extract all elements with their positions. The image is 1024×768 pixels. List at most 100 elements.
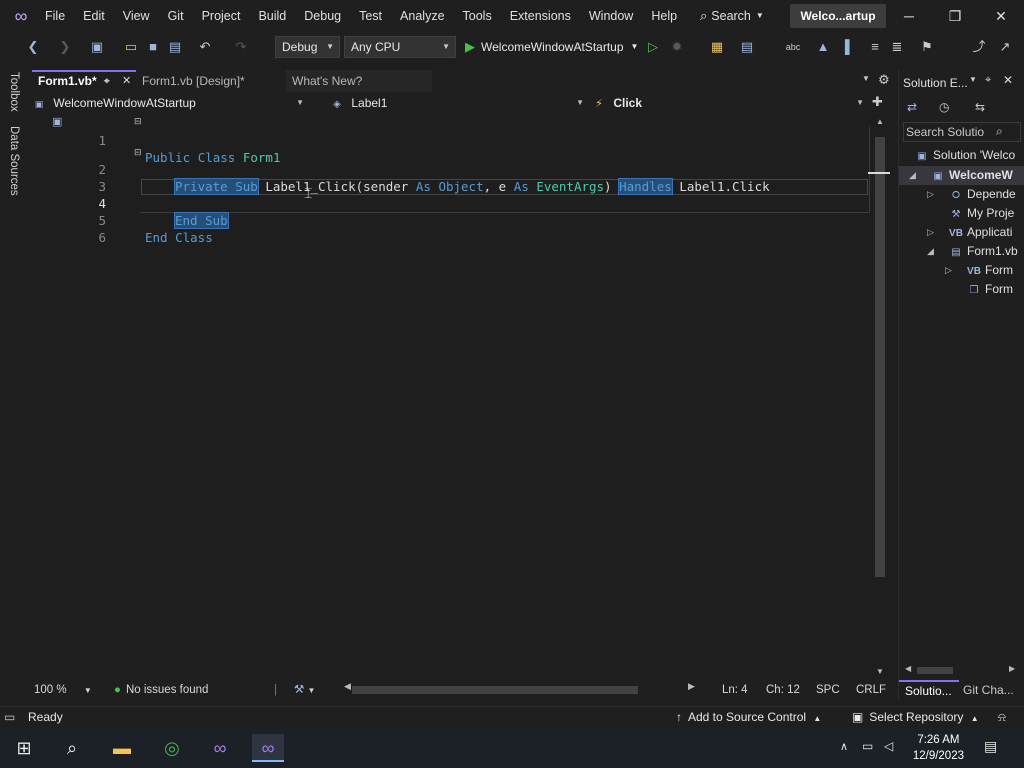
tab-form1-vb[interactable]: Form1.vb* ⌖ ✕ xyxy=(32,70,136,92)
redo-icon[interactable]: ↷ xyxy=(232,38,250,56)
collapsed-icon[interactable]: ▷ xyxy=(927,227,934,238)
whitespace-indicator[interactable]: SPC xyxy=(816,680,840,700)
menu-file[interactable]: File xyxy=(36,0,74,32)
start-without-debugging-icon[interactable]: ▷ xyxy=(644,38,662,56)
code-cleanup-icon[interactable]: ⚒ ▼ xyxy=(294,680,315,701)
tray-chevron-up-icon[interactable]: ∧ xyxy=(840,740,848,753)
expanded-icon[interactable]: ◢ xyxy=(927,246,934,257)
select-repository-button[interactable]: ▣ Select Repository ▲ xyxy=(852,707,979,729)
split-editor-icon[interactable]: ✚ xyxy=(872,94,883,110)
tab-whats-new[interactable]: What's New? xyxy=(286,70,432,92)
new-project-icon[interactable]: ▣ xyxy=(88,38,106,56)
outdent-icon[interactable]: ≣ xyxy=(888,38,906,56)
scroll-up-icon[interactable]: ▲ xyxy=(876,117,884,126)
tab-form1-design[interactable]: Form1.vb [Design]* xyxy=(136,70,286,92)
pointer-icon[interactable]: ▲ xyxy=(814,38,832,56)
scroll-thumb[interactable] xyxy=(917,667,953,674)
tree-item-my-project[interactable]: ⚒ My Proje xyxy=(949,204,1015,223)
start-debugging-button[interactable]: ▶ WelcomeWindowAtStartup ▼ xyxy=(465,36,638,58)
menu-build[interactable]: Build xyxy=(249,0,295,32)
tree-item-form1-resx[interactable]: ❐ Form xyxy=(967,280,1013,299)
sync-icon[interactable]: ⇄ xyxy=(907,100,917,114)
expanded-icon[interactable]: ◢ xyxy=(909,170,916,181)
tree-item-project[interactable]: ▣ WelcomeW xyxy=(931,166,1013,185)
object-dropdown[interactable]: ◈ Label1 ▼ xyxy=(330,93,588,113)
layout-icon[interactable]: ▤ xyxy=(738,38,756,56)
forward-icon[interactable]: ❯ xyxy=(56,38,74,56)
visual-studio-logo-icon[interactable]: ∞ xyxy=(10,6,32,26)
zoom-dropdown[interactable]: 100 % ▼ xyxy=(34,680,92,701)
solution-platform-dropdown[interactable]: Any CPU ▼ xyxy=(344,36,456,58)
scroll-right-icon[interactable]: ▶ xyxy=(688,681,695,692)
save-all-icon[interactable]: ▤ xyxy=(166,38,184,56)
visual-studio-active-icon[interactable]: ∞ xyxy=(252,734,284,762)
issues-indicator[interactable]: ● No issues found xyxy=(114,680,208,700)
close-tab-icon[interactable]: ✕ xyxy=(122,72,131,91)
tab-git-changes[interactable]: Git Cha... xyxy=(963,680,1014,700)
menu-window[interactable]: Window xyxy=(580,0,642,32)
data-sources-tab[interactable]: Data Sources xyxy=(8,126,20,196)
menu-test[interactable]: Test xyxy=(350,0,391,32)
toolbox-tab[interactable]: Toolbox xyxy=(8,72,20,112)
tree-item-solution[interactable]: ▣ Solution 'Welco xyxy=(915,146,1015,165)
menu-extensions[interactable]: Extensions xyxy=(501,0,580,32)
gear-icon[interactable]: ⚙ xyxy=(878,72,890,88)
hot-reload-icon[interactable]: ✹ xyxy=(668,38,686,56)
menu-view[interactable]: View xyxy=(114,0,159,32)
project-dropdown[interactable]: ▣ WelcomeWindowAtStartup ▼ xyxy=(32,93,308,113)
solution-search-input[interactable]: Search Solutio ⌕ xyxy=(903,122,1021,142)
solution-configuration-dropdown[interactable]: Debug ▼ xyxy=(275,36,340,58)
indent-icon[interactable]: ≡ xyxy=(866,38,884,56)
close-window-button[interactable]: ✕ xyxy=(978,0,1024,32)
windows-start-icon[interactable]: ⊞ xyxy=(8,734,40,762)
menu-edit[interactable]: Edit xyxy=(74,0,114,32)
visual-studio-icon[interactable]: ∞ xyxy=(204,734,236,762)
split-icon[interactable]: ▐ xyxy=(836,38,854,56)
chevron-down-icon[interactable]: ▼ xyxy=(969,75,977,84)
line-ending-indicator[interactable]: CRLF xyxy=(856,680,886,700)
sol-horizontal-scrollbar[interactable]: ◀ ▶ xyxy=(905,664,1019,676)
live-share-icon[interactable]: ⤴ xyxy=(970,38,988,56)
menu-tools[interactable]: Tools xyxy=(454,0,501,32)
tab-solution-explorer[interactable]: Solutio... xyxy=(899,680,959,700)
save-icon[interactable]: ■ xyxy=(144,38,162,56)
pin-icon[interactable]: ⌖ xyxy=(104,72,110,91)
solution-explorer-title[interactable]: Solution E... xyxy=(903,74,968,92)
scroll-down-icon[interactable]: ▼ xyxy=(876,667,884,676)
spell-check-icon[interactable]: abc xyxy=(784,38,802,56)
search-icon[interactable]: ⌕ xyxy=(56,734,88,762)
tree-item-form1[interactable]: ▤ Form1.vb xyxy=(949,242,1017,261)
add-to-source-control-button[interactable]: ↑ Add to Source Control ▲ xyxy=(676,707,821,729)
collapsed-icon[interactable]: ▷ xyxy=(927,189,934,200)
history-icon[interactable]: ◷ xyxy=(939,100,949,114)
pin-icon[interactable]: ⌖ xyxy=(985,74,991,87)
scroll-left-icon[interactable]: ◀ xyxy=(344,681,351,692)
horizontal-scrollbar[interactable]: ◀ ▶ xyxy=(344,681,695,694)
switch-views-icon[interactable]: ⇆ xyxy=(975,100,985,114)
tree-item-application[interactable]: VB Applicati xyxy=(949,223,1012,242)
taskbar-clock[interactable]: 7:26 AM 12/9/2023 xyxy=(913,732,964,764)
scroll-left-icon[interactable]: ◀ xyxy=(905,664,911,673)
menu-project[interactable]: Project xyxy=(193,0,250,32)
menu-debug[interactable]: Debug xyxy=(295,0,350,32)
back-icon[interactable]: ❮ xyxy=(24,38,42,56)
column-indicator[interactable]: Ch: 12 xyxy=(766,680,800,700)
notifications-bell-icon[interactable]: ⍾ xyxy=(998,707,1006,728)
window-title[interactable]: Welco...artup xyxy=(790,4,886,28)
network-icon[interactable]: ▭ xyxy=(862,739,873,753)
menu-analyze[interactable]: Analyze xyxy=(391,0,453,32)
search-button[interactable]: ⌕ Search ▼ xyxy=(700,6,764,26)
file-explorer-icon[interactable]: ▬ xyxy=(106,734,138,762)
menu-help[interactable]: Help xyxy=(642,0,686,32)
collapsed-icon[interactable]: ▷ xyxy=(945,265,952,276)
line-indicator[interactable]: Ln: 4 xyxy=(722,680,748,700)
menu-git[interactable]: Git xyxy=(159,0,193,32)
horizontal-scroll-thumb[interactable] xyxy=(352,686,638,694)
solution-folder-icon[interactable]: ▦ xyxy=(708,38,726,56)
chrome-icon[interactable]: ◎ xyxy=(156,734,188,762)
minimize-button[interactable]: ─ xyxy=(886,0,932,32)
feedback-icon[interactable]: ↗ xyxy=(996,38,1014,56)
code-editor[interactable]: ▣ ⊟ ⊟ 1 Public Class Form1 2 Private Sub… xyxy=(30,113,872,680)
tree-item-form1-code[interactable]: VB Form xyxy=(967,261,1013,280)
tab-list-dropdown-icon[interactable]: ▼ xyxy=(862,74,870,83)
